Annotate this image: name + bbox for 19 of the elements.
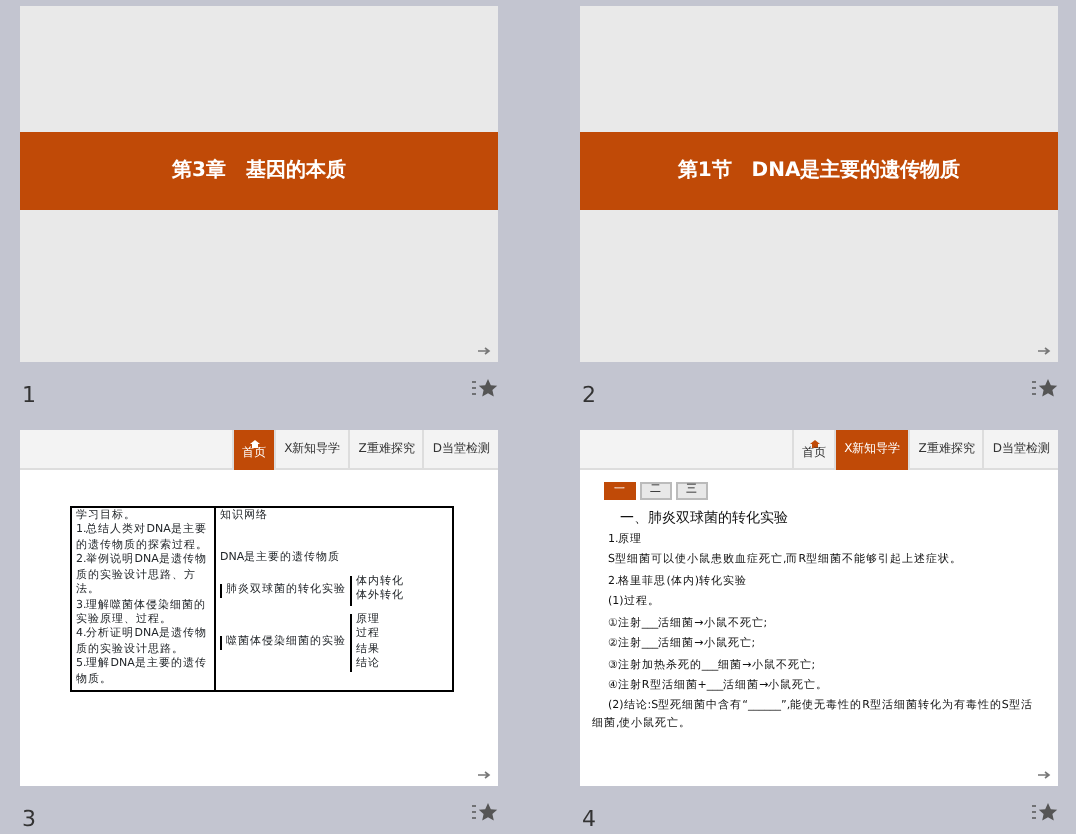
slide-title: 第3章 基因的本质 [172, 156, 346, 186]
slide-number: 2 [580, 384, 596, 406]
slide-title: 第1节 DNA是主要的遗传物质 [677, 156, 961, 186]
star-icon [1032, 378, 1058, 398]
star-icon [472, 802, 498, 822]
slide-thumbnail[interactable]: 第1节 DNA是主要的遗传物质 [580, 6, 1058, 362]
slide-number: 4 [580, 808, 596, 830]
home-icon [249, 440, 260, 448]
arrow-icon [478, 346, 492, 356]
slide-thumbnail[interactable]: 第3章 基因的本质 [20, 6, 498, 362]
star-icon [1032, 802, 1058, 822]
arrow-icon [478, 770, 492, 780]
slide-thumbnail[interactable] [580, 430, 1058, 786]
slide-number: 1 [20, 384, 36, 406]
home-icon [809, 440, 820, 448]
slide-number: 3 [20, 808, 36, 830]
star-icon [472, 378, 498, 398]
arrow-icon [1038, 770, 1052, 780]
arrow-icon [1038, 346, 1052, 356]
